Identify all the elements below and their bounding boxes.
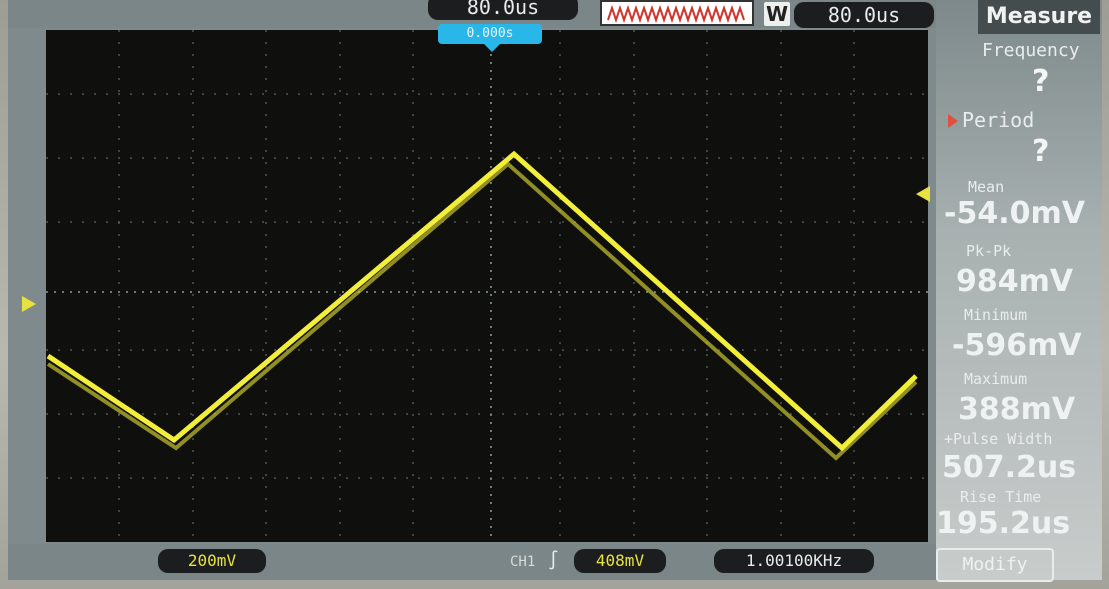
window-label: W	[764, 2, 790, 26]
measure-pkpk-value: 984mV	[956, 264, 1074, 299]
trigger-level-marker[interactable]	[916, 186, 930, 202]
rising-edge-icon: ∫	[548, 550, 559, 571]
window-time-readout: 80.0us	[794, 2, 934, 28]
measure-pulse-width-label: +Pulse Width	[944, 430, 1053, 448]
measure-rise-time-value: 195.2us	[936, 506, 1071, 541]
measure-frequency-value: ?	[1032, 64, 1050, 99]
measure-minimum-label: Minimum	[964, 306, 1028, 324]
frequency-counter-readout: 1.00100KHz	[714, 549, 874, 573]
measure-rise-time-label: Rise Time	[960, 488, 1042, 506]
measure-minimum-value: -596mV	[952, 328, 1082, 363]
measure-period-value: ?	[1032, 134, 1050, 169]
measure-mean-label: Mean	[968, 178, 1005, 196]
measure-pulse-width-value: 507.2us	[942, 450, 1077, 485]
measure-period-label[interactable]: Period	[962, 108, 1034, 132]
memory-depth-bar	[600, 0, 754, 26]
trigger-channel-label: CH1	[510, 554, 536, 570]
measure-mean-value: -54.0mV	[944, 196, 1085, 231]
waveform-graticule	[46, 30, 928, 542]
measure-maximum-value: 388mV	[958, 392, 1076, 427]
trigger-level-readout: 408mV	[574, 549, 666, 573]
trigger-position-readout: 0.000s	[438, 24, 542, 44]
measure-maximum-label: Maximum	[964, 370, 1028, 388]
measure-menu: Measure Frequency ? Period ? Mean -54.0m…	[936, 0, 1102, 582]
trigger-position-marker	[484, 44, 500, 52]
memory-waveform-icon	[602, 2, 752, 24]
status-bar-bottom: 200mV CH1 ∫ 408mV 1.00100KHz	[8, 544, 948, 580]
ch1-ground-marker[interactable]	[22, 296, 36, 312]
modify-button[interactable]: Modify	[936, 548, 1054, 582]
ch1-scale-readout: 200mV	[158, 549, 266, 573]
measure-pkpk-label: Pk-Pk	[966, 242, 1012, 260]
selection-arrow-icon	[948, 114, 958, 128]
timebase-readout: 80.0us	[428, 0, 578, 20]
ch1-trace	[46, 150, 918, 452]
oscilloscope-screen: 80.0us W 80.0us 0.000s 200mV CH1 ∫ 408mV…	[8, 0, 1102, 582]
measure-frequency-label[interactable]: Frequency	[982, 40, 1080, 61]
measure-menu-title: Measure	[978, 0, 1100, 34]
waveform-display	[46, 30, 928, 542]
